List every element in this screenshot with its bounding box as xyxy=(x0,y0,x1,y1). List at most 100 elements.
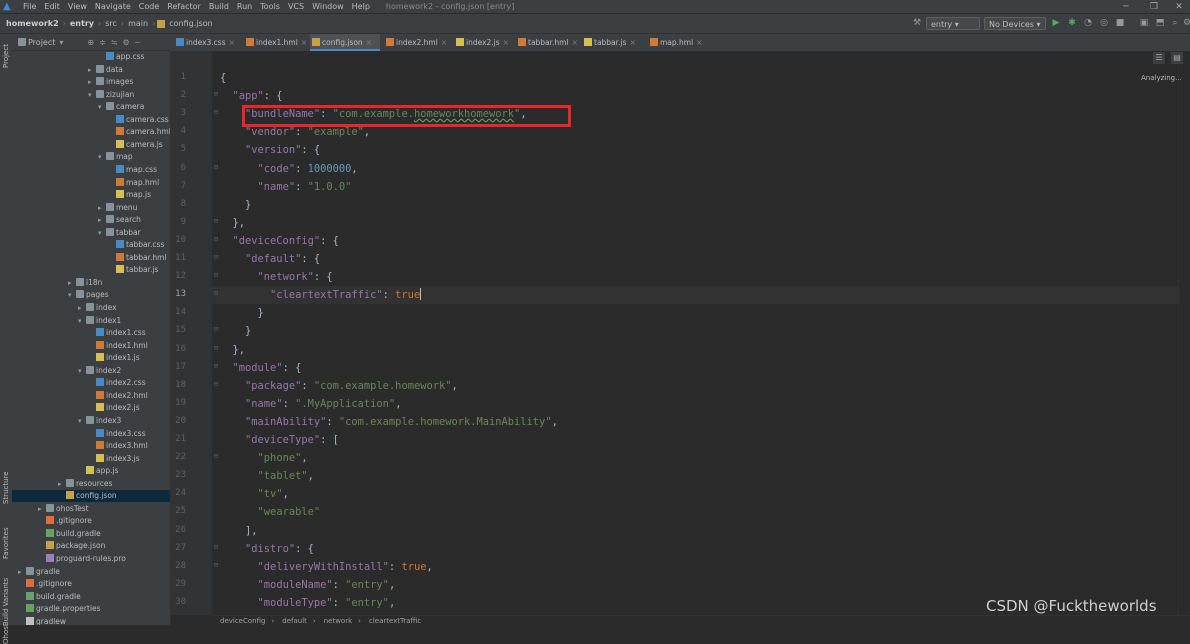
tree-item[interactable]: ▸ gradle xyxy=(18,566,60,578)
profile-icon[interactable]: ◔ xyxy=(1082,17,1094,30)
fold-marker-icon[interactable]: ⊟ xyxy=(212,289,220,297)
tree-item[interactable]: index3.js xyxy=(88,453,140,465)
tree-item[interactable]: app.js xyxy=(78,465,119,477)
tree-toggle-icon[interactable]: ▸ xyxy=(68,277,76,289)
tab-index1-hml[interactable]: index1.hml × xyxy=(244,34,307,51)
debug-icon[interactable]: ✱ xyxy=(1066,17,1078,30)
close-tab-icon[interactable]: × xyxy=(441,38,447,47)
device-select[interactable]: No Devices ▾ xyxy=(984,17,1046,30)
tree-toggle-icon[interactable]: ▾ xyxy=(88,89,96,101)
tree-item[interactable]: index2.css xyxy=(88,377,146,389)
device-manager-icon[interactable]: ▣ xyxy=(1138,17,1150,30)
tree-toggle-icon[interactable]: ▾ xyxy=(98,101,106,113)
tab-index2-js[interactable]: index2.js × xyxy=(454,34,512,51)
tree-item[interactable]: ▾ camera xyxy=(98,101,144,113)
tree-toggle-icon[interactable]: ▸ xyxy=(78,302,86,314)
tree-item[interactable]: index1.hml xyxy=(88,340,148,352)
tree-item[interactable]: ▾ pages xyxy=(68,289,109,301)
tree-item[interactable]: proguard-rules.pro xyxy=(38,553,126,565)
tree-item[interactable]: ▸ search xyxy=(98,214,141,226)
tree-item[interactable]: build.gradle xyxy=(38,528,101,540)
menu-item-window[interactable]: Window xyxy=(308,2,348,11)
tree-toggle-icon[interactable]: ▾ xyxy=(78,415,86,427)
menu-item-build[interactable]: Build xyxy=(205,2,233,11)
tree-item[interactable]: ▾ map xyxy=(98,151,133,163)
tree-item[interactable]: map.css xyxy=(108,164,157,176)
fold-marker-icon[interactable]: ⊟ xyxy=(212,253,220,261)
tree-toggle-icon[interactable]: ▸ xyxy=(88,76,96,88)
tree-item[interactable]: index3.hml xyxy=(88,440,148,452)
footer-crumb[interactable]: deviceConfig xyxy=(220,617,265,625)
menu-item-refactor[interactable]: Refactor xyxy=(163,2,205,11)
collapse-all-icon[interactable]: ≑ xyxy=(99,38,106,47)
menu-item-view[interactable]: View xyxy=(64,2,91,11)
crumb-file[interactable]: config.json xyxy=(167,19,214,28)
footer-crumb[interactable]: cleartextTraffic xyxy=(369,617,421,625)
tree-toggle-icon[interactable]: ▾ xyxy=(78,315,86,327)
fold-marker-icon[interactable]: ⊟ xyxy=(212,344,220,352)
close-tab-icon[interactable]: × xyxy=(572,38,578,47)
tab-tabbar-js[interactable]: tabbar.js × xyxy=(582,34,644,51)
fold-marker-icon[interactable]: ⊟ xyxy=(212,452,220,460)
tree-item[interactable]: .gitignore xyxy=(18,578,72,590)
tab-config-json[interactable]: config.json × xyxy=(310,34,380,51)
fold-marker-icon[interactable]: ⊟ xyxy=(212,362,220,370)
close-tab-icon[interactable]: × xyxy=(229,38,235,47)
tree-item[interactable]: tabbar.js xyxy=(108,264,158,276)
hammer-icon[interactable]: ⚒ xyxy=(911,17,923,30)
menu-item-tools[interactable]: Tools xyxy=(256,2,284,11)
close-tab-icon[interactable]: × xyxy=(503,38,509,47)
tree-item[interactable]: ▾ tabbar xyxy=(98,227,141,239)
tree-toggle-icon[interactable]: ▸ xyxy=(98,214,106,226)
tree-item[interactable]: map.js xyxy=(108,189,151,201)
tree-item[interactable]: ▸ menu xyxy=(98,202,137,214)
footer-crumb[interactable]: network xyxy=(324,617,352,625)
preview-icon[interactable]: ▤ xyxy=(1171,52,1183,64)
tab-tabbar-hml[interactable]: tabbar.hml × xyxy=(516,34,578,51)
project-panel-title[interactable]: Project xyxy=(28,38,55,47)
tree-item[interactable]: index3.css xyxy=(88,428,146,440)
tree-item[interactable]: index1.css xyxy=(88,327,146,339)
tree-item[interactable]: camera.hml xyxy=(108,126,170,138)
tree-item[interactable]: index2.hml xyxy=(88,390,148,402)
tree-item[interactable]: tabbar.css xyxy=(108,239,164,251)
stop-icon[interactable]: ■ xyxy=(1114,17,1126,30)
tree-toggle-icon[interactable]: ▾ xyxy=(68,289,76,301)
gear-icon[interactable]: ⚙ xyxy=(123,38,130,47)
tree-item[interactable]: ▾ index2 xyxy=(78,365,121,377)
menu-item-help[interactable]: Help xyxy=(348,2,374,11)
tree-item[interactable]: camera.js xyxy=(108,139,163,151)
tab-map-hml[interactable]: map.hml × xyxy=(648,34,704,51)
tree-toggle-icon[interactable]: ▸ xyxy=(88,64,96,76)
search-icon[interactable]: ⌕ xyxy=(1169,17,1181,30)
fold-marker-icon[interactable]: ⊟ xyxy=(212,235,220,243)
tree-item[interactable]: config.json xyxy=(12,490,170,503)
menu-item-run[interactable]: Run xyxy=(233,2,256,11)
code-editor[interactable]: { "app": { "bundleName": "com.example.ho… xyxy=(212,51,1178,615)
menu-item-code[interactable]: Code xyxy=(135,2,163,11)
tree-item[interactable]: ▸ resources xyxy=(58,478,112,490)
run-icon[interactable]: ▶ xyxy=(1050,17,1062,30)
tree-toggle-icon[interactable]: ▾ xyxy=(98,151,106,163)
tree-toggle-icon[interactable]: ▾ xyxy=(78,365,86,377)
tree-item[interactable]: ▸ index xyxy=(78,302,117,314)
close-tab-icon[interactable]: × xyxy=(301,38,307,47)
tree-item[interactable]: camera.css xyxy=(108,114,169,126)
tree-item[interactable]: map.hml xyxy=(108,177,159,189)
tree-item[interactable]: gradlew xyxy=(18,616,66,625)
minimize-icon[interactable]: ─ xyxy=(1113,0,1139,14)
hide-panel-icon[interactable]: ─ xyxy=(135,38,140,47)
tree-item[interactable]: tabbar.hml xyxy=(108,252,167,264)
fold-marker-icon[interactable]: ⊟ xyxy=(212,271,220,279)
crumb-project[interactable]: homework2 xyxy=(4,19,61,28)
expand-all-icon[interactable]: ≒ xyxy=(111,38,118,47)
fold-marker-icon[interactable]: ⊟ xyxy=(212,90,220,98)
fold-marker-icon[interactable]: ⊟ xyxy=(212,217,220,225)
fold-marker-icon[interactable]: ⊟ xyxy=(212,163,220,171)
tree-item[interactable]: ▸ i18n xyxy=(68,277,102,289)
settings-icon[interactable]: ⚙ xyxy=(1181,17,1190,30)
crumb-main[interactable]: main xyxy=(126,19,150,28)
crumb-module[interactable]: entry xyxy=(68,19,96,28)
tree-toggle-icon[interactable]: ▸ xyxy=(18,566,26,578)
tab-index3-css[interactable]: index3.css × xyxy=(174,34,240,51)
